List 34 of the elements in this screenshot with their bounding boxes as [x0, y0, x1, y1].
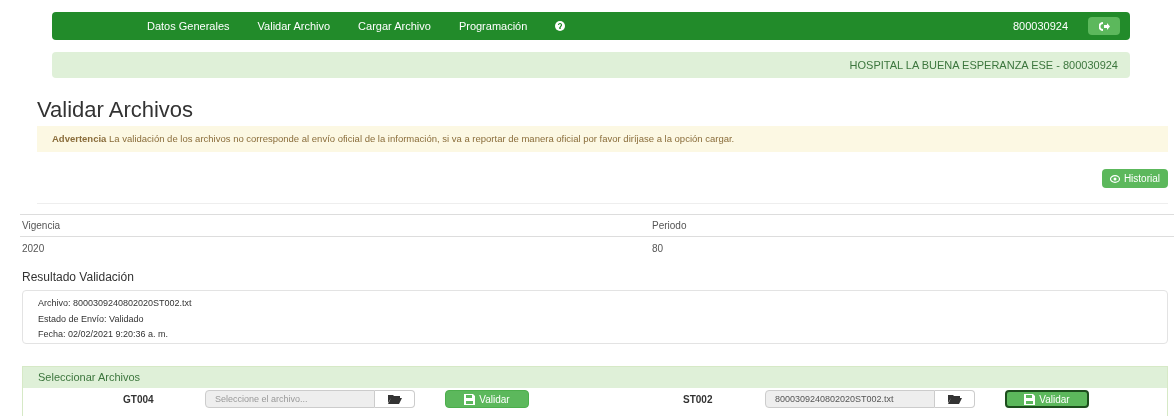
- nav-link[interactable]: Programación: [458, 17, 528, 35]
- eye-icon: [1109, 174, 1120, 183]
- entity-name: HOSPITAL LA BUENA ESPERANZA ESE - 800030924: [849, 57, 1118, 73]
- table-cell-text: 2020: [21, 241, 46, 256]
- page-title: Validar Archivos: [37, 96, 195, 124]
- warning-text: Advertencia La validación de los archivos no corresponde al envío oficial de la información, si va a reportar de manera oficial por favor diríjase a la opción cargar.: [52, 131, 735, 146]
- table-cell-text: 80: [651, 241, 665, 256]
- panel-title: Seleccionar Archivos: [38, 370, 141, 386]
- browse-button[interactable]: [375, 390, 415, 408]
- nav-link[interactable]: Datos Generales: [147, 17, 230, 35]
- table-header: Vigencia: [20, 215, 650, 237]
- help-icon[interactable]: [555, 21, 566, 31]
- validate-button[interactable]: Validar: [1005, 390, 1089, 408]
- history-button[interactable]: Historial: [1101, 169, 1168, 188]
- user-id: 800030924: [1012, 18, 1068, 34]
- folder-icon: [387, 394, 402, 404]
- result-line: Estado de Envío: Validado: [38, 312, 145, 326]
- file-input[interactable]: 8000309240802020ST002.txt: [765, 390, 935, 408]
- nav-link[interactable]: Cargar Archivo: [358, 17, 431, 35]
- file-code: GT004: [123, 392, 155, 407]
- logout-icon: [1098, 21, 1110, 31]
- file-code: ST002: [683, 392, 714, 407]
- save-icon: [1024, 393, 1036, 405]
- folder-icon: [947, 394, 962, 404]
- section-heading: Resultado Validación: [22, 269, 135, 286]
- validate-button[interactable]: Validar: [445, 390, 529, 408]
- logout-button[interactable]: [1088, 17, 1120, 35]
- file-input[interactable]: Seleccione el archivo...: [205, 390, 375, 408]
- table-header: Periodo: [650, 215, 1174, 237]
- save-icon: [464, 393, 476, 405]
- browse-button[interactable]: [935, 390, 975, 408]
- result-line: Archivo: 8000309240802020ST002.txt: [38, 297, 193, 310]
- nav-link[interactable]: Validar Archivo: [257, 17, 331, 35]
- result-line: Fecha: 02/02/2021 9:20:36 a. m.: [38, 328, 170, 341]
